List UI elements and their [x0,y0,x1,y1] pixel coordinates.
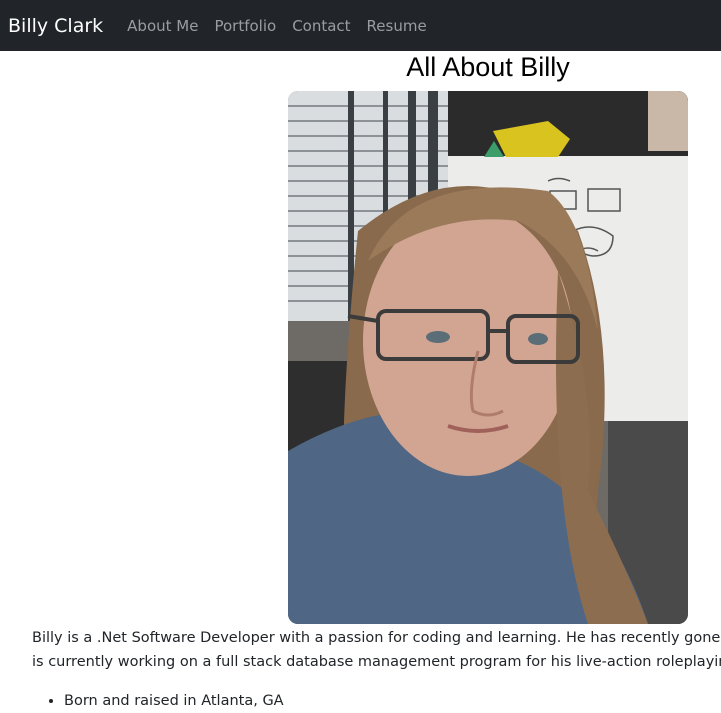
nav-link-resume[interactable]: Resume [367,17,427,35]
bio-paragraph: Billy is a .Net Software Developer with … [32,626,721,674]
page-title: All About Billy [406,52,570,82]
nav-link-contact[interactable]: Contact [292,17,350,35]
nav-link-about-me[interactable]: About Me [127,17,198,35]
portrait-photo [288,91,688,624]
bio-line-1: Billy is a .Net Software Developer with … [32,630,721,646]
fact-item: Born and raised in Atlanta, GA [64,689,284,713]
bio-line-2: is currently working on a full stack dat… [32,654,721,670]
brand-link[interactable]: Billy Clark [8,15,103,37]
facts-list: Born and raised in Atlanta, GA [32,689,284,713]
navbar: Billy Clark About Me Portfolio Contact R… [0,0,721,51]
nav-link-portfolio[interactable]: Portfolio [214,17,276,35]
